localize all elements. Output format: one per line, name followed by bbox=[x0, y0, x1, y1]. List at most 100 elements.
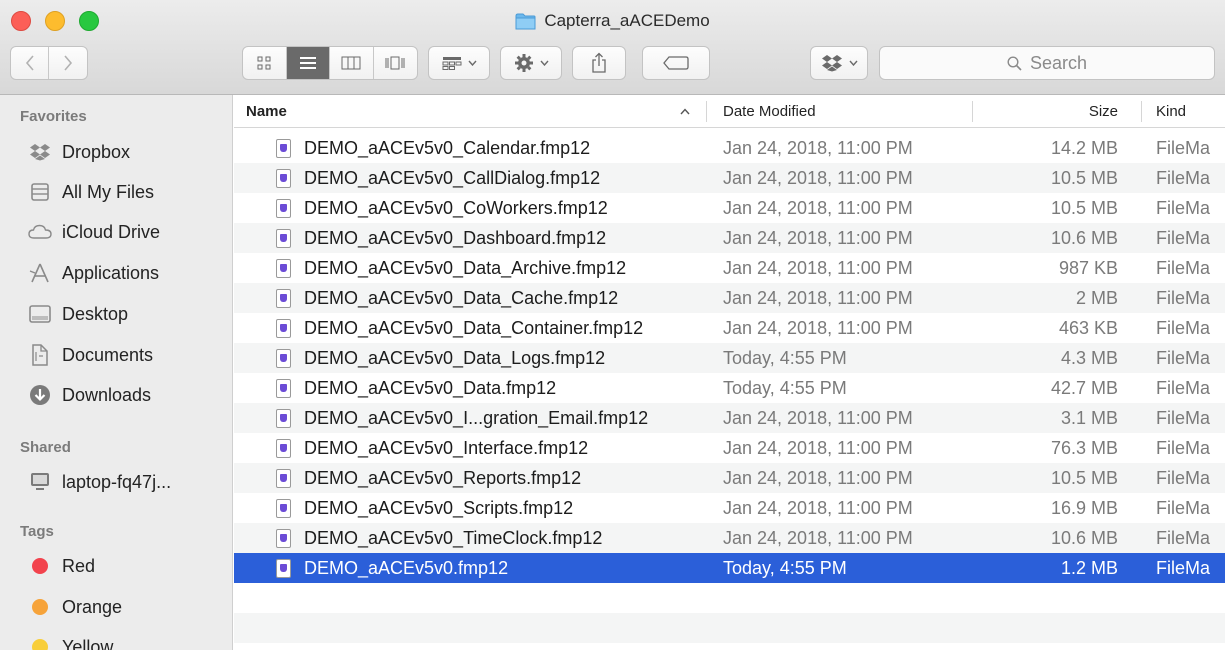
file-kind: FileMa bbox=[1156, 287, 1211, 308]
sidebar-item-all-my-files[interactable]: All My Files bbox=[28, 177, 154, 207]
column-name-label: Name bbox=[246, 103, 287, 120]
sidebar-item-label: Desktop bbox=[62, 303, 129, 324]
cover-flow-button[interactable] bbox=[374, 47, 417, 79]
desktop-icon bbox=[28, 302, 52, 326]
tag-icon bbox=[663, 56, 689, 70]
sidebar-item-dropbox[interactable]: Dropbox bbox=[28, 137, 130, 167]
table-row[interactable]: DEMO_aACEv5v0_Data.fmp12 Today, 4:55 PM … bbox=[234, 373, 1225, 403]
file-kind: FileMa bbox=[1156, 347, 1211, 368]
column-date-modified[interactable]: Date Modified bbox=[723, 95, 963, 128]
sidebar-item-icloud-drive[interactable]: iCloud Drive bbox=[28, 217, 160, 247]
column-separator[interactable] bbox=[706, 101, 707, 122]
downloads-icon bbox=[28, 383, 52, 407]
column-view-button[interactable] bbox=[330, 47, 374, 79]
sidebar-item-tag-red[interactable]: Red bbox=[28, 551, 95, 581]
finder-window: Capterra_aACEDemo Search Favorites Dropb… bbox=[0, 0, 1225, 650]
table-row[interactable]: DEMO_aACEv5v0_Interface.fmp12 Jan 24, 20… bbox=[234, 433, 1225, 463]
sidebar-item-documents[interactable]: Documents bbox=[28, 340, 153, 370]
table-row[interactable]: DEMO_aACEv5v0_Data_Logs.fmp12 Today, 4:5… bbox=[234, 343, 1225, 373]
table-row[interactable]: DEMO_aACEv5v0_Dashboard.fmp12 Jan 24, 20… bbox=[234, 223, 1225, 253]
file-name: DEMO_aACEv5v0_Data_Archive.fmp12 bbox=[304, 257, 627, 278]
table-row[interactable]: DEMO_aACEv5v0_Reports.fmp12 Jan 24, 2018… bbox=[234, 463, 1225, 493]
share-button[interactable] bbox=[572, 46, 626, 80]
toolbar: Capterra_aACEDemo Search bbox=[0, 0, 1225, 95]
file-size: 987 KB bbox=[1058, 257, 1118, 278]
file-kind: FileMa bbox=[1156, 437, 1211, 458]
sidebar-item-downloads[interactable]: Downloads bbox=[28, 380, 151, 410]
file-date: Today, 4:55 PM bbox=[723, 347, 847, 368]
filemaker-file-icon bbox=[276, 168, 291, 188]
tags-heading: Tags bbox=[20, 523, 54, 540]
table-row[interactable]: DEMO_aACEv5v0_CoWorkers.fmp12 Jan 24, 20… bbox=[234, 193, 1225, 223]
cover-flow-icon bbox=[385, 56, 405, 70]
file-name: DEMO_aACEv5v0_CallDialog.fmp12 bbox=[304, 167, 601, 188]
filemaker-file-icon bbox=[276, 198, 291, 218]
table-row-selected[interactable]: DEMO_aACEv5v0.fmp12 Today, 4:55 PM 1.2 M… bbox=[234, 553, 1225, 583]
file-kind: FileMa bbox=[1156, 497, 1211, 518]
dropbox-icon bbox=[28, 140, 52, 164]
shared-heading: Shared bbox=[20, 439, 71, 456]
sidebar-item-laptop[interactable]: laptop-fq47j... bbox=[28, 467, 171, 497]
file-size: 76.3 MB bbox=[1050, 437, 1118, 458]
table-row[interactable]: DEMO_aACEv5v0_Data_Cache.fmp12 Jan 24, 2… bbox=[234, 283, 1225, 313]
table-row[interactable]: DEMO_aACEv5v0_Scripts.fmp12 Jan 24, 2018… bbox=[234, 493, 1225, 523]
chevron-down-icon bbox=[467, 60, 477, 66]
window-title-area: Capterra_aACEDemo bbox=[0, 11, 1225, 31]
file-kind: FileMa bbox=[1156, 527, 1211, 548]
sidebar: Favorites Dropbox All My Files iCloud Dr… bbox=[0, 95, 233, 650]
table-row[interactable]: DEMO_aACEv5v0_TimeClock.fmp12 Jan 24, 20… bbox=[234, 523, 1225, 553]
dropbox-button[interactable] bbox=[810, 46, 868, 80]
file-size: 42.7 MB bbox=[1050, 377, 1118, 398]
filemaker-file-icon bbox=[276, 438, 291, 458]
file-date: Jan 24, 2018, 11:00 PM bbox=[723, 257, 913, 278]
back-button[interactable] bbox=[11, 47, 50, 79]
column-name[interactable]: Name bbox=[246, 95, 696, 128]
edit-tags-button[interactable] bbox=[642, 46, 710, 80]
file-name: DEMO_aACEv5v0_Scripts.fmp12 bbox=[304, 497, 574, 518]
orange-tag-icon bbox=[32, 599, 48, 615]
table-row[interactable]: DEMO_aACEv5v0_CallDialog.fmp12 Jan 24, 2… bbox=[234, 163, 1225, 193]
sidebar-item-label: Dropbox bbox=[62, 141, 131, 162]
sidebar-item-tag-yellow[interactable]: Yellow bbox=[28, 632, 113, 650]
documents-icon bbox=[28, 343, 52, 367]
table-row[interactable]: DEMO_aACEv5v0_Data_Archive.fmp12 Jan 24,… bbox=[234, 253, 1225, 283]
table-row[interactable]: DEMO_aACEv5v0_Data_Container.fmp12 Jan 2… bbox=[234, 313, 1225, 343]
file-kind: FileMa bbox=[1156, 197, 1211, 218]
file-size: 3.1 MB bbox=[1060, 407, 1118, 428]
sidebar-item-label: Red bbox=[62, 555, 96, 576]
file-size: 4.3 MB bbox=[1060, 347, 1118, 368]
red-tag-icon bbox=[32, 558, 48, 574]
group-button[interactable] bbox=[428, 46, 490, 80]
column-size[interactable]: Size bbox=[994, 95, 1118, 128]
sidebar-item-desktop[interactable]: Desktop bbox=[28, 299, 128, 329]
view-mode-control bbox=[242, 46, 418, 80]
icon-view-button[interactable] bbox=[243, 47, 287, 79]
share-icon bbox=[592, 52, 606, 73]
file-date: Jan 24, 2018, 11:00 PM bbox=[723, 227, 913, 248]
group-icon bbox=[442, 57, 461, 70]
forward-button[interactable] bbox=[49, 47, 87, 79]
column-view-icon bbox=[341, 56, 361, 70]
file-date: Jan 24, 2018, 11:00 PM bbox=[723, 167, 913, 188]
icon-view-icon bbox=[257, 56, 271, 70]
column-kind[interactable]: Kind bbox=[1156, 95, 1225, 128]
file-name: DEMO_aACEv5v0_Data_Container.fmp12 bbox=[304, 317, 644, 338]
column-size-label: Size bbox=[1088, 103, 1118, 120]
column-separator[interactable] bbox=[1141, 101, 1142, 122]
file-kind: FileMa bbox=[1156, 377, 1211, 398]
empty-row bbox=[234, 613, 1225, 643]
file-name: DEMO_aACEv5v0_Dashboard.fmp12 bbox=[304, 227, 607, 248]
sidebar-item-tag-orange[interactable]: Orange bbox=[28, 592, 122, 622]
forward-icon bbox=[64, 55, 73, 71]
search-field[interactable]: Search bbox=[879, 46, 1215, 80]
file-kind: FileMa bbox=[1156, 317, 1211, 338]
filemaker-file-icon bbox=[276, 468, 291, 488]
table-row[interactable]: DEMO_aACEv5v0_Calendar.fmp12 Jan 24, 201… bbox=[234, 133, 1225, 163]
sidebar-item-applications[interactable]: Applications bbox=[28, 258, 159, 288]
file-date: Today, 4:55 PM bbox=[723, 557, 847, 578]
list-view-button[interactable] bbox=[286, 47, 330, 79]
action-button[interactable] bbox=[500, 46, 562, 80]
file-size: 1.2 MB bbox=[1060, 557, 1118, 578]
table-row[interactable]: DEMO_aACEv5v0_I...gration_Email.fmp12 Ja… bbox=[234, 403, 1225, 433]
column-separator[interactable] bbox=[972, 101, 973, 122]
